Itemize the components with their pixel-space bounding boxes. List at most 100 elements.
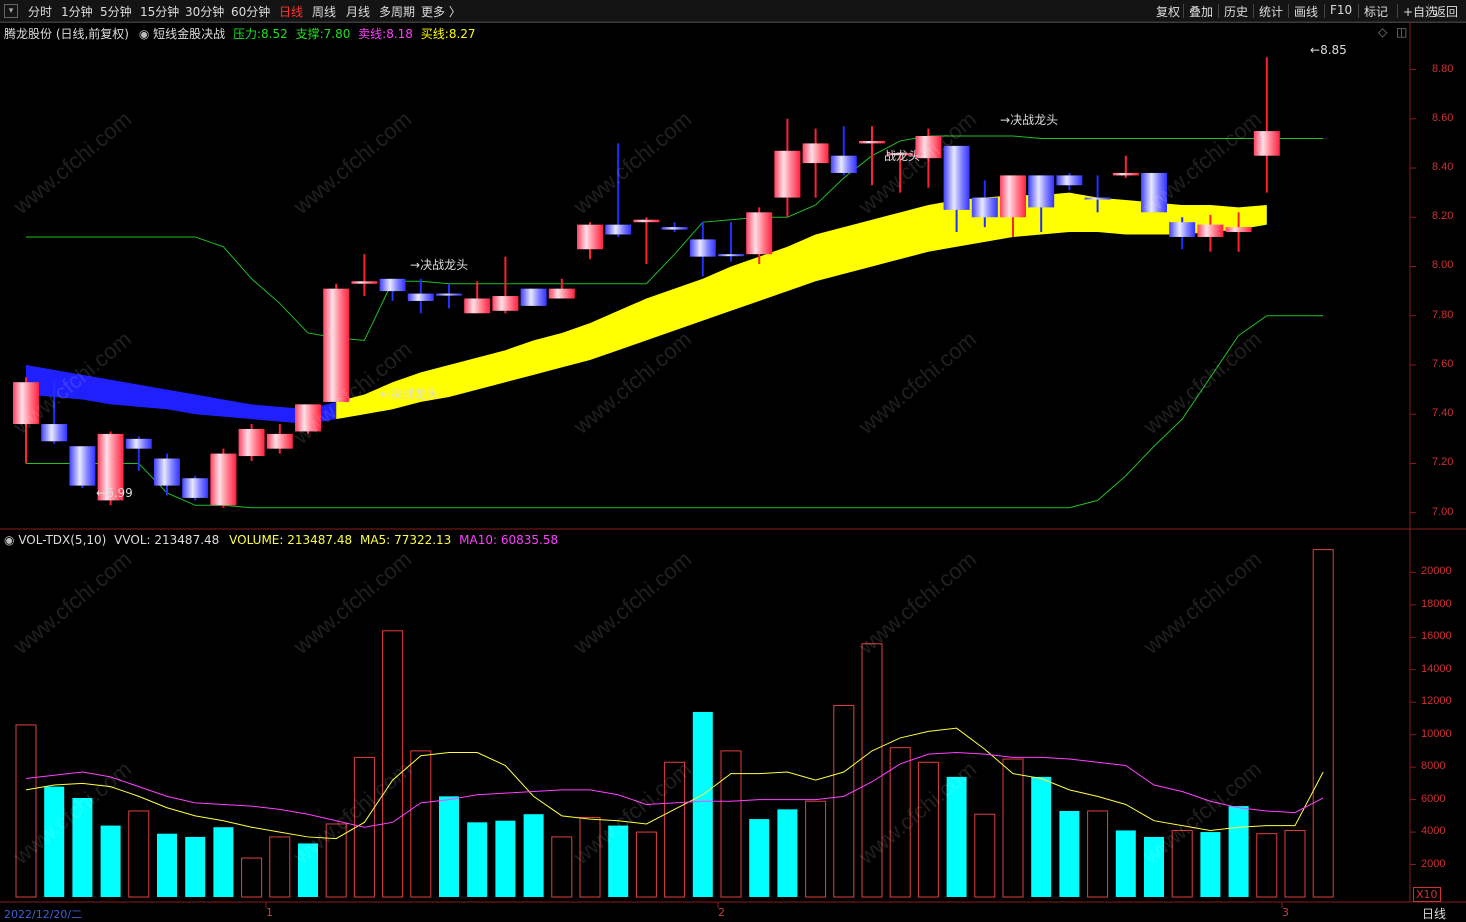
- volume-tick-label: 8000: [1421, 760, 1446, 773]
- candle-body: [689, 239, 716, 257]
- volume-tick-label: 12000: [1421, 695, 1452, 708]
- signal-label-2: ←决战龙头: [380, 387, 439, 401]
- volume-bar-down: [185, 836, 206, 897]
- volume-bar-up: [974, 813, 996, 898]
- volume-unit: X10: [1413, 887, 1441, 902]
- volume-bar-up: [805, 800, 827, 898]
- volume-bar-up: [128, 810, 150, 898]
- volume-bar-down: [1059, 810, 1080, 897]
- volume-bar-up: [269, 836, 291, 898]
- volume-bar-down: [777, 809, 798, 897]
- candle-body: [802, 143, 829, 164]
- candle-body: [1000, 175, 1026, 218]
- candle-body: [407, 293, 434, 301]
- candle-body: [633, 219, 660, 223]
- price-tick-label: 8.20: [1432, 210, 1454, 223]
- candle-body: [605, 224, 632, 235]
- volume-bar-down: [749, 819, 770, 897]
- candle-body: [548, 288, 575, 299]
- signal-label-3: 战龙头: [884, 147, 920, 164]
- volume-bar-down: [467, 822, 488, 897]
- high-price-label: ←8.85: [1310, 43, 1347, 57]
- candle-body: [746, 212, 773, 255]
- period-label[interactable]: 日线: [1422, 905, 1446, 922]
- volume-bar-down: [523, 814, 544, 897]
- volume-bar-down: [495, 820, 516, 897]
- candle-body: [69, 446, 96, 486]
- volume-bar-down: [157, 833, 177, 897]
- candle-body: [1112, 172, 1139, 176]
- volume-bar-up: [1312, 549, 1334, 898]
- volume-bar-down: [1200, 832, 1221, 897]
- month-mark-2: 2: [718, 906, 725, 919]
- candle-body: [464, 298, 491, 314]
- price-tick-label: 8.40: [1432, 161, 1454, 174]
- candle-body: [1225, 227, 1252, 233]
- price-tick-label: 7.80: [1432, 308, 1454, 321]
- candle-body: [182, 478, 209, 498]
- signal-text-2: 决战龙头: [390, 387, 439, 401]
- candle-body: [379, 278, 406, 292]
- volume-bar-up: [551, 836, 573, 898]
- low-price-value: 6.99: [106, 486, 133, 500]
- volume-bar-up: [720, 750, 742, 898]
- candle-body: [1253, 131, 1280, 156]
- volume-bar-up: [1002, 758, 1024, 898]
- month-mark-1: 1: [266, 906, 273, 919]
- candle-body: [520, 288, 547, 306]
- volume-bar-up: [1087, 810, 1109, 898]
- candle-body: [436, 293, 462, 296]
- price-tick-label: 7.60: [1432, 357, 1454, 370]
- candle-body: [830, 155, 857, 173]
- signal-text-4: 决战龙头: [1010, 113, 1059, 127]
- volume-bar-up: [1284, 829, 1306, 898]
- candle-body: [1197, 224, 1224, 237]
- high-price-value: 8.85: [1320, 43, 1347, 57]
- volume-tick-label: 10000: [1421, 727, 1452, 740]
- candle-body: [1056, 175, 1083, 186]
- candle-body: [154, 458, 180, 486]
- volume-tick-label: 14000: [1421, 662, 1452, 675]
- volume-bar-up: [635, 831, 657, 898]
- candle-body: [351, 281, 378, 284]
- volume-bar-down: [692, 711, 713, 897]
- price-tick-label: 8.80: [1432, 62, 1454, 75]
- volume-bar-down: [100, 825, 121, 897]
- volume-tick-label: 16000: [1421, 630, 1452, 643]
- month-mark-3: 3: [1282, 906, 1289, 919]
- volume-bar-up: [833, 704, 855, 898]
- volume-bar-up: [1256, 833, 1278, 898]
- signal-text-1: 决战龙头: [420, 258, 469, 272]
- candle-body: [1169, 222, 1196, 237]
- signal-label-1: →决战龙头: [410, 258, 469, 272]
- candle-body: [859, 140, 885, 144]
- candle-body: [210, 453, 237, 506]
- volume-bar-up: [241, 857, 263, 898]
- low-price-label: ←6.99: [96, 486, 133, 500]
- start-date: 2022/12/20/二: [4, 908, 83, 921]
- volume-bar-down: [1115, 830, 1136, 897]
- volume-tick-label: 20000: [1421, 565, 1452, 578]
- candle-body: [1084, 197, 1111, 200]
- volume-bar-down: [213, 827, 234, 897]
- volume-bar-down: [1228, 806, 1249, 897]
- volume-tick-label: 6000: [1421, 792, 1446, 805]
- price-tick-label: 7.00: [1432, 505, 1454, 518]
- volume-bar-down: [439, 796, 459, 897]
- signal-label-4: →决战龙头: [1000, 113, 1059, 127]
- candle-body: [718, 254, 744, 257]
- price-tick-label: 7.40: [1432, 407, 1454, 420]
- candle-body: [943, 145, 970, 210]
- candle-body: [661, 227, 688, 230]
- candle-body: [971, 197, 998, 218]
- price-tick-label: 8.00: [1432, 259, 1454, 272]
- candle-body: [238, 428, 265, 457]
- volume-bar-up: [15, 724, 37, 898]
- candle-body: [492, 296, 519, 311]
- candle-body: [266, 433, 293, 449]
- price-tick-label: 8.60: [1432, 111, 1454, 124]
- price-tick-label: 7.20: [1432, 456, 1454, 469]
- candle-body: [774, 150, 801, 198]
- volume-bar-down: [1031, 776, 1052, 897]
- volume-tick-label: 2000: [1421, 857, 1446, 870]
